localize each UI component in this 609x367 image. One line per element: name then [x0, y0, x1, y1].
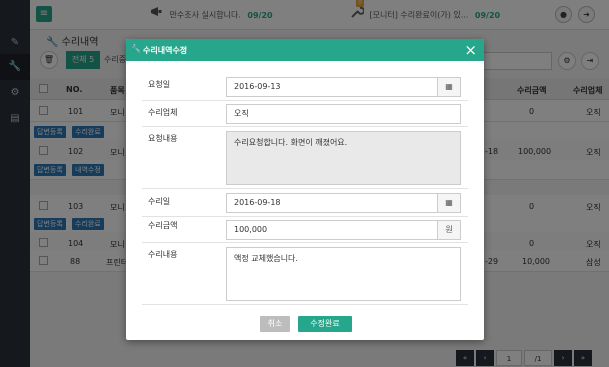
modal-header: 🔧 수리내역수정 ×	[126, 39, 484, 61]
amount-input[interactable]: 100,000 원	[226, 220, 461, 240]
form-row-request-date: 요청일 2016-09-13 ▦	[142, 73, 468, 101]
repair-date-label: 수리일	[148, 197, 171, 206]
close-icon[interactable]: ×	[464, 41, 477, 59]
form-row-repair-date: 수리일 2016-09-18 ▦	[142, 189, 468, 217]
save-button[interactable]: 수정완료	[298, 316, 352, 332]
cancel-button[interactable]: 취소	[260, 316, 290, 332]
repair-date-value: 2016-09-18	[234, 198, 281, 207]
repair-content-textarea[interactable]: 액정 교체했습니다.	[226, 247, 461, 301]
request-content-label: 요청내용	[148, 134, 178, 143]
repair-date-input[interactable]: 2016-09-18 ▦	[226, 193, 461, 213]
vendor-label: 수리업체	[148, 108, 178, 117]
amount-value: 100,000	[234, 225, 268, 234]
request-date-label: 요청일	[148, 80, 171, 89]
form-row-amount: 수리금액 100,000 원	[142, 217, 468, 243]
repair-edit-modal: 🔧 수리내역수정 × 요청일 2016-09-13 ▦ 수리업체 오직 요청내용…	[126, 39, 484, 340]
request-date-input[interactable]: 2016-09-13 ▦	[226, 77, 461, 97]
form-row-repair-content: 수리내용 액정 교체했습니다.	[142, 243, 468, 305]
vendor-input[interactable]: 오직	[226, 104, 461, 124]
form-row-vendor: 수리업체 오직	[142, 101, 468, 127]
amount-label: 수리금액	[148, 221, 178, 230]
won-unit: 원	[437, 220, 461, 240]
calendar-icon[interactable]: ▦	[437, 77, 461, 97]
wrench-icon: 🔧	[131, 44, 141, 53]
request-content-textarea: 수리요청합니다. 화면이 깨졌어요.	[226, 131, 461, 185]
request-date-value: 2016-09-13	[234, 82, 281, 91]
modal-title: 수리내역수정	[143, 46, 188, 55]
calendar-icon[interactable]: ▦	[437, 193, 461, 213]
form-row-request-content: 요청내용 수리요청합니다. 화면이 깨졌어요.	[142, 127, 468, 189]
repair-content-label: 수리내용	[148, 250, 178, 259]
